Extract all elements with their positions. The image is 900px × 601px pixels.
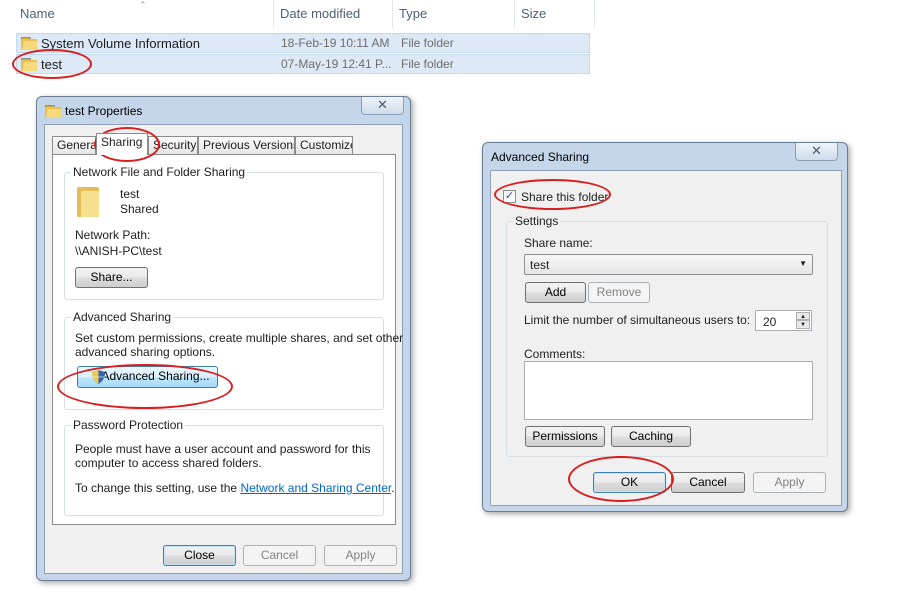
- remove-button[interactable]: Remove: [588, 282, 650, 303]
- network-sharing-group: Network File and Folder Sharing test Sha…: [64, 165, 384, 300]
- user-limit-label: Limit the number of simultaneous users t…: [524, 313, 751, 327]
- apply-button[interactable]: Apply: [324, 545, 397, 566]
- tab-previous-versions[interactable]: Previous Versions: [198, 136, 295, 155]
- advanced-description: advanced sharing options.: [75, 345, 216, 359]
- group-label: Password Protection: [71, 418, 186, 432]
- close-icon[interactable]: ✕: [361, 97, 404, 115]
- advanced-sharing-group: Advanced Sharing Set custom permissions,…: [64, 310, 403, 410]
- permissions-button[interactable]: Permissions: [525, 426, 605, 447]
- group-label: Advanced Sharing: [71, 310, 174, 324]
- password-description: computer to access shared folders.: [75, 456, 262, 470]
- user-limit-spinner[interactable]: 20 ▲ ▼: [755, 310, 812, 331]
- share-name-label: Share name:: [524, 236, 593, 250]
- apply-button[interactable]: Apply: [753, 472, 826, 493]
- advanced-sharing-label: Advanced Sharing...: [101, 369, 210, 383]
- folder-status: Shared: [120, 202, 159, 216]
- group-label: Settings: [513, 214, 561, 228]
- network-path: \\ANISH-PC\test: [75, 244, 162, 258]
- network-path-label: Network Path:: [75, 228, 151, 242]
- file-name: System Volume Information: [41, 36, 200, 51]
- file-type: File folder: [401, 57, 454, 71]
- share-folder-label: Share this folder: [521, 190, 609, 204]
- advanced-description: Set custom permissions, create multiple …: [75, 331, 404, 345]
- file-row-system-volume[interactable]: System Volume Information 18-Feb-19 10:1…: [16, 33, 590, 53]
- close-icon[interactable]: ✕: [795, 143, 838, 161]
- dialog-title: Advanced Sharing: [491, 150, 590, 164]
- caching-button[interactable]: Caching: [611, 426, 691, 447]
- advanced-sharing-dialog: Advanced Sharing ✕ ✓ Share this folder S…: [482, 142, 848, 512]
- properties-dialog: test Properties ✕ General Sharing Securi…: [36, 96, 411, 581]
- spin-up-icon[interactable]: ▲: [796, 312, 810, 320]
- spin-down-icon[interactable]: ▼: [796, 320, 810, 329]
- dialog-title: test Properties: [65, 104, 143, 118]
- tab-sharing[interactable]: Sharing: [96, 133, 148, 155]
- column-header-type[interactable]: Type: [393, 0, 515, 28]
- file-date: 07-May-19 12:41 P...: [281, 57, 392, 71]
- cancel-button[interactable]: Cancel: [671, 472, 745, 493]
- chevron-down-icon: ▼: [799, 259, 807, 268]
- share-name-select[interactable]: test ▼: [524, 254, 813, 275]
- column-header-size[interactable]: Size: [515, 0, 595, 28]
- add-button[interactable]: Add: [525, 282, 586, 303]
- close-button[interactable]: Close: [163, 545, 236, 566]
- shield-icon: [92, 370, 105, 384]
- folder-icon: [77, 187, 99, 217]
- share-folder-checkbox[interactable]: ✓: [503, 190, 516, 203]
- sort-up-icon: ⌃: [139, 0, 147, 10]
- password-change-text: To change this setting, use the Network …: [75, 481, 395, 495]
- settings-group: Settings Share name: test ▼ Add Remove L…: [506, 214, 828, 457]
- user-limit-value: 20: [763, 315, 777, 329]
- cancel-button[interactable]: Cancel: [243, 545, 316, 566]
- file-type: File folder: [401, 36, 454, 50]
- tab-security[interactable]: Security: [148, 136, 198, 155]
- comments-textarea[interactable]: [524, 361, 813, 420]
- file-date: 18-Feb-19 10:11 AM: [281, 36, 390, 50]
- comments-label: Comments:: [524, 347, 586, 361]
- column-header-date[interactable]: Date modified: [274, 0, 393, 28]
- folder-icon: [45, 105, 62, 118]
- folder-name: test: [120, 187, 140, 201]
- dialog-client: ✓ Share this folder Settings Share name:…: [490, 170, 842, 506]
- group-label: Network File and Folder Sharing: [71, 165, 248, 179]
- dialog-client: General Sharing Security Previous Versio…: [44, 124, 403, 574]
- password-description: People must have a user account and pass…: [75, 442, 371, 456]
- folder-icon: [21, 58, 38, 71]
- file-row-test[interactable]: test 07-May-19 12:41 P... File folder: [16, 54, 590, 74]
- file-name: test: [41, 57, 62, 72]
- network-sharing-center-link[interactable]: Network and Sharing Center: [240, 481, 391, 495]
- tab-general[interactable]: General: [52, 136, 96, 155]
- share-button[interactable]: Share...: [75, 267, 148, 288]
- ok-button[interactable]: OK: [593, 472, 666, 493]
- sharing-tab-page: Network File and Folder Sharing test Sha…: [52, 154, 403, 525]
- share-name-value: test: [530, 258, 550, 272]
- password-protection-group: Password Protection People must have a u…: [64, 418, 395, 516]
- folder-icon: [21, 37, 38, 50]
- tab-customize[interactable]: Customize: [295, 136, 353, 155]
- advanced-sharing-button[interactable]: Advanced Sharing...: [77, 366, 218, 388]
